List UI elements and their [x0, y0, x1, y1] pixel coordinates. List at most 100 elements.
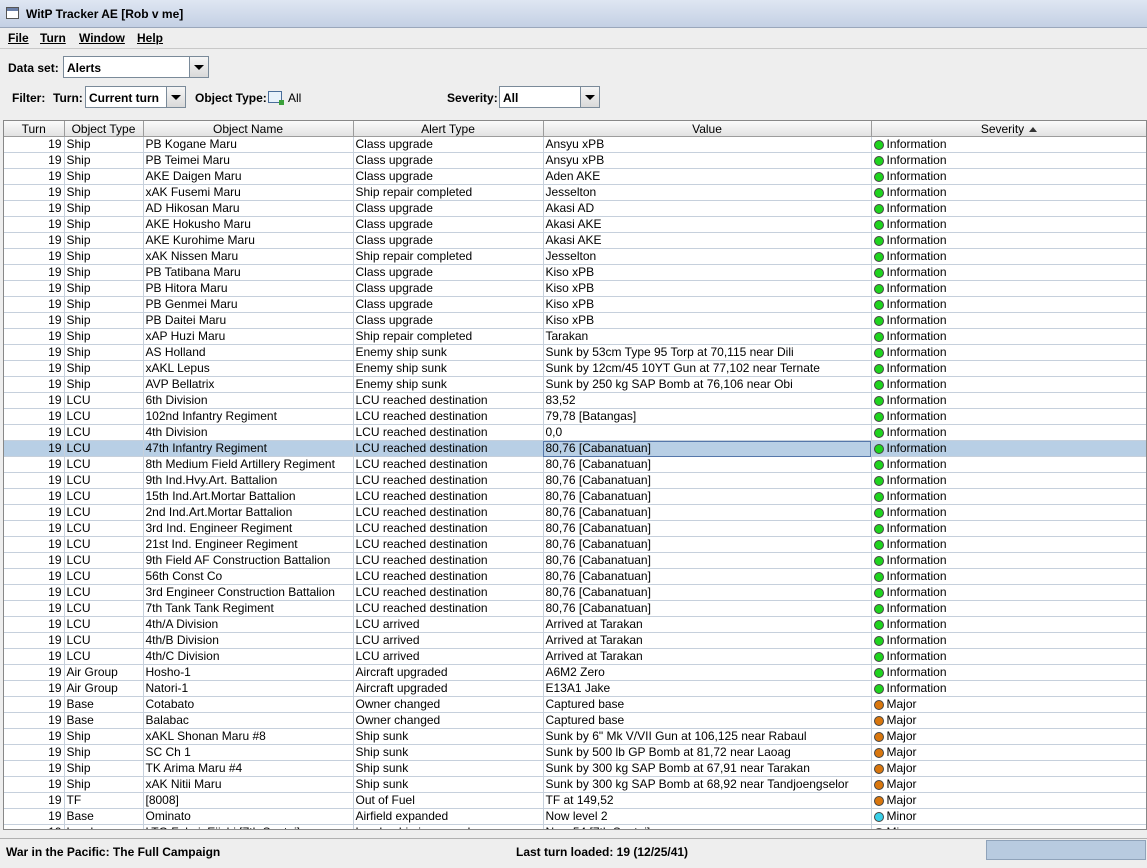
table-row[interactable]: 19 LCU 3rd Ind. Engineer Regiment LCU reach… [4, 520, 1146, 537]
chevron-down-icon[interactable] [166, 87, 185, 107]
cell-severity: Information [871, 136, 1146, 153]
cell-turn: 19 [4, 264, 65, 281]
table-row[interactable]: 19 LCU 9th Field AF Construction Battalion… [4, 552, 1146, 569]
severity-dot-icon [873, 316, 884, 326]
table-row[interactable]: 19 Ship PB Kogane Maru Class upgrade Ansyu x… [4, 136, 1146, 153]
menu-window[interactable]: Window [79, 31, 125, 45]
table-row[interactable]: 19 Ship PB Tatibana Maru Class upgrade Kiso … [4, 264, 1146, 281]
table-row[interactable]: 19 Ship xAKL Lepus Enemy ship sunk Sunk by 1… [4, 360, 1146, 377]
column-header-object-type[interactable]: Object Type [64, 121, 144, 137]
table-row[interactable]: 19 Ship AS Holland Enemy ship sunk Sunk by 5… [4, 344, 1146, 361]
table-row[interactable]: 19 LCU 102nd Infantry Regiment LCU reached … [4, 408, 1146, 425]
table-row[interactable]: 19 Ship PB Teimei Maru Class upgrade Ansyu x… [4, 152, 1146, 169]
cell-alert-type: Enemy ship sunk [353, 344, 544, 361]
table-row[interactable]: 19 LCU 4th/A Division LCU arrived Arrived at… [4, 616, 1146, 633]
cell-object-name: 56th Const Co [143, 568, 354, 585]
cell-value: Akasi AD [543, 200, 872, 217]
table-row[interactable]: 19 Ship xAK Nitii Maru Ship sunk Sunk by 300… [4, 776, 1146, 793]
table-row[interactable]: 19 LCU 21st Ind. Engineer Regiment LCU reac… [4, 536, 1146, 553]
cell-severity: Information [871, 584, 1146, 601]
table-row[interactable]: 19 Ship xAP Huzi Maru Ship repair completed… [4, 328, 1146, 345]
severity-dot-icon [873, 828, 884, 829]
table-row[interactable]: 19 LCU 7th Tank Tank Regiment LCU reached d… [4, 600, 1146, 617]
table-row[interactable]: 19 LCU 56th Const Co LCU reached destinatio… [4, 568, 1146, 585]
cell-value: Jesselton [543, 248, 872, 265]
table-row[interactable]: 19 Base Cotabato Owner changed Captured base… [4, 696, 1146, 713]
severity-dot-icon [873, 188, 884, 198]
table-row[interactable]: 19 Air Group Natori-1 Aircraft upgraded E13A… [4, 680, 1146, 697]
cell-alert-type: Class upgrade [353, 312, 544, 329]
column-header-object-name[interactable]: Object Name [143, 121, 354, 137]
column-header-value[interactable]: Value [543, 121, 872, 137]
severity-text: Major [886, 713, 917, 727]
table-row[interactable]: 19 Ship xAKL Shonan Maru #8 Ship sunk Sunk b… [4, 728, 1146, 745]
table-row[interactable]: 19 LCU 4th/B Division LCU arrived Arrived at… [4, 632, 1146, 649]
table-row[interactable]: 19 Ship PB Hitora Maru Class upgrade Kiso xP… [4, 280, 1146, 297]
table-row[interactable]: 19 Ship AKE Kurohime Maru Class upgrade Akas… [4, 232, 1146, 249]
table-row[interactable]: 19 Ship TK Arima Maru #4 Ship sunk Sunk by 3… [4, 760, 1146, 777]
table-row[interactable]: 19 LCU 9th Ind.Hvy.Art. Battalion LCU reach… [4, 472, 1146, 489]
cell-object-type: Ship [64, 360, 144, 377]
chevron-down-icon[interactable] [580, 87, 599, 107]
turn-filter-select[interactable]: Current turn [85, 86, 186, 108]
table-row[interactable]: 19LeaderLTG Fukei, Eiichi [7th Sentai]Le… [4, 824, 1146, 829]
cell-value: 80,76 [Cabanatuan] [543, 568, 872, 585]
table-row[interactable]: 19 LCU 15th Ind.Art.Mortar Battalion LCU re… [4, 488, 1146, 505]
table-row[interactable]: 19 LCU 3rd Engineer Construction Battalion… [4, 584, 1146, 601]
severity-dot-icon [873, 332, 884, 342]
menu-turn[interactable]: Turn [40, 31, 66, 45]
alerts-table[interactable]: Turn Object Type Object Name Alert Type … [3, 120, 1147, 830]
table-row[interactable]: 19 Ship SC Ch 1 Ship sunk Sunk by 500 lb GP … [4, 744, 1146, 761]
cell-alert-type: LCU reached destination [353, 488, 544, 505]
table-row[interactable]: 19 Ship PB Daitei Maru Class upgrade Kiso xP… [4, 312, 1146, 329]
table-row[interactable]: 19 LCU 8th Medium Field Artillery Regiment… [4, 456, 1146, 473]
severity-dot-icon [873, 556, 884, 566]
severity-dot-icon [873, 604, 884, 614]
cell-object-type: LCU [64, 568, 144, 585]
object-type-filter-icon[interactable] [268, 91, 284, 105]
column-header-turn[interactable]: Turn [4, 121, 65, 137]
severity-text: Information [886, 393, 947, 407]
cell-value: Akasi AKE [543, 232, 872, 249]
severity-text: Major [886, 697, 917, 711]
cell-object-type: LCU [64, 504, 144, 521]
table-row[interactable]: 19 Ship AD Hikosan Maru Class upgrade Akasi … [4, 200, 1146, 217]
severity-text: Information [886, 633, 947, 647]
column-header-alert-type[interactable]: Alert Type [353, 121, 544, 137]
table-row[interactable]: 19 Ship xAK Nissen Maru Ship repair complet… [4, 248, 1146, 265]
table-row[interactable]: 19 LCU 2nd Ind.Art.Mortar Battalion LCU rea… [4, 504, 1146, 521]
table-row[interactable]: 19 TF [8008] Out of Fuel TF at 149,52 Major [4, 792, 1146, 809]
cell-object-type: Ship [64, 200, 144, 217]
severity-dot-icon [873, 204, 884, 214]
severity-text: Major [886, 729, 917, 743]
table-row[interactable]: 19 LCU 47th Infantry Regiment LCU reached d… [4, 440, 1146, 457]
cell-severity: Information [871, 312, 1146, 329]
table-row[interactable]: 19 Ship AVP Bellatrix Enemy ship sunk Sunk b… [4, 376, 1146, 393]
table-row[interactable]: 19 Ship xAK Fusemi Maru Ship repair complet… [4, 184, 1146, 201]
menu-help[interactable]: Help [137, 31, 163, 45]
table-row[interactable]: 19 LCU 6th Division LCU reached destination… [4, 392, 1146, 409]
table-row[interactable]: 19 Air Group Hosho-1 Aircraft upgraded A6M2 … [4, 664, 1146, 681]
cell-alert-type: Owner changed [353, 712, 544, 729]
severity-text: Information [886, 297, 947, 311]
table-row[interactable]: 19 Ship PB Genmei Maru Class upgrade Kiso xP… [4, 296, 1146, 313]
table-row[interactable]: 19 Ship AKE Hokusho Maru Class upgrade Akasi… [4, 216, 1146, 233]
cell-turn: 19 [4, 456, 65, 473]
table-row[interactable]: 19 LCU 4th/C Division LCU arrived Arrived at… [4, 648, 1146, 665]
table-row[interactable]: 19 Base Balabac Owner changed Captured base M… [4, 712, 1146, 729]
object-type-value[interactable]: All [288, 91, 301, 105]
window-title: WitP Tracker AE [Rob v me] [26, 7, 184, 21]
column-header-severity[interactable]: Severity [871, 121, 1146, 137]
table-row[interactable]: 19 Ship AKE Daigen Maru Class upgrade Aden A… [4, 168, 1146, 185]
menu-file[interactable]: File [8, 31, 29, 45]
cell-object-name: 15th Ind.Art.Mortar Battalion [143, 488, 354, 505]
chevron-down-icon[interactable] [189, 57, 208, 77]
cell-severity: Major [871, 760, 1146, 777]
cell-alert-type: LCU reached destination [353, 600, 544, 617]
severity-dot-icon [873, 412, 884, 422]
severity-filter-select[interactable]: All [499, 86, 600, 108]
table-row[interactable]: 19 Base Ominato Airfield expanded Now level … [4, 808, 1146, 825]
dataset-select[interactable]: Alerts [63, 56, 209, 78]
table-row[interactable]: 19 LCU 4th Division LCU reached destination… [4, 424, 1146, 441]
cell-severity: Information [871, 152, 1146, 169]
